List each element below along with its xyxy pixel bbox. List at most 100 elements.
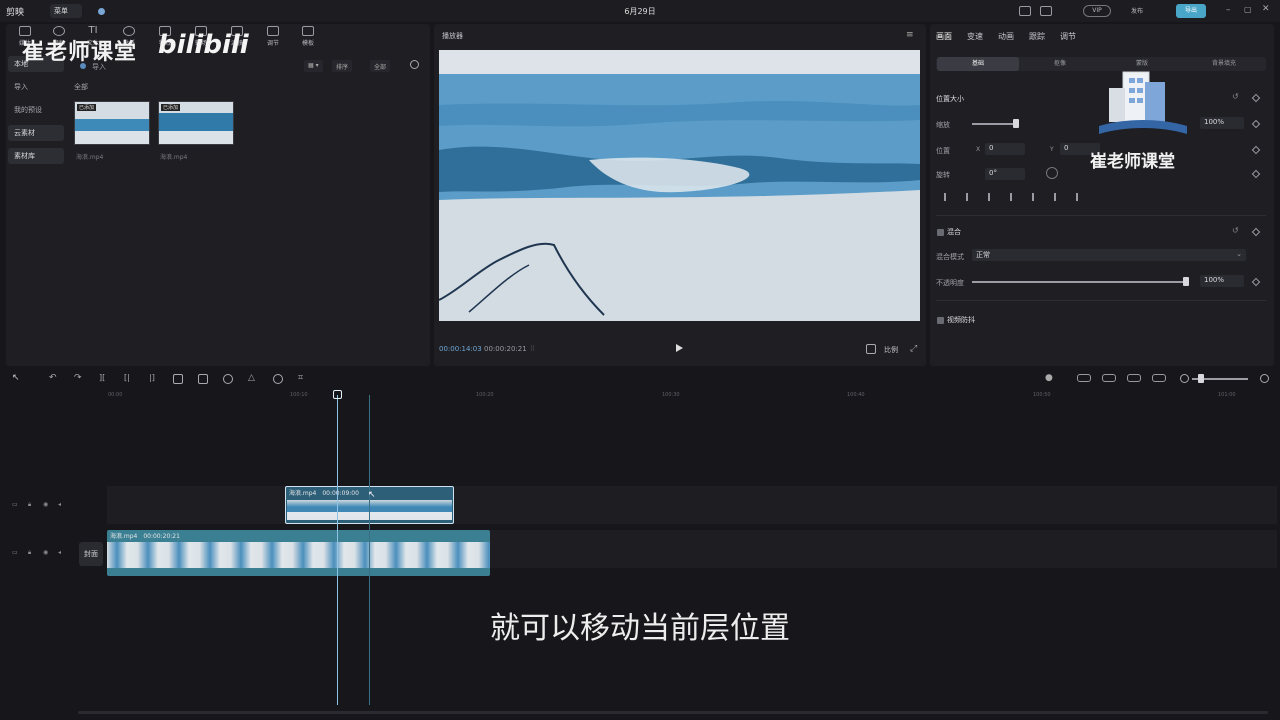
tab-adjust-props[interactable]: 调节 xyxy=(1060,31,1076,42)
media-filename: 海浪.mp4 xyxy=(160,154,188,161)
player-menu-icon[interactable]: ≡ xyxy=(906,30,914,40)
snap-icon[interactable] xyxy=(1102,374,1116,382)
nav-item-cloud[interactable]: 云素材 xyxy=(8,125,64,141)
subtab-basic[interactable]: 基础 xyxy=(937,57,1019,71)
align-left-icon[interactable] xyxy=(944,193,952,201)
align-center-v-icon[interactable] xyxy=(1032,193,1040,201)
opacity-slider-track[interactable] xyxy=(972,281,1188,283)
nav-item-import[interactable]: 导入 xyxy=(8,79,64,95)
timecode-grid-icon[interactable]: ⠿ xyxy=(530,345,535,353)
media-panel xyxy=(6,24,430,366)
rotate-dial-icon[interactable] xyxy=(1046,167,1058,179)
rotate-input[interactable]: 0° xyxy=(985,168,1025,180)
vip-badge[interactable]: VIP xyxy=(1083,5,1111,17)
trim-left-icon[interactable]: [| xyxy=(124,373,130,382)
minimize-icon[interactable]: – xyxy=(1226,5,1231,15)
microphone-icon[interactable]: ● xyxy=(1045,373,1053,383)
scale-slider-track[interactable] xyxy=(972,123,1018,125)
delete-icon[interactable] xyxy=(173,374,183,384)
crop-icon[interactable]: ⌗ xyxy=(298,373,303,383)
track-lock-icon[interactable]: 🔒︎ xyxy=(28,501,31,509)
media-filename: 海浪.mp4 xyxy=(76,154,104,161)
scale-input[interactable]: 100% xyxy=(1200,117,1244,129)
reverse-icon[interactable] xyxy=(223,374,233,384)
playhead[interactable] xyxy=(337,395,338,705)
blend-mode-label: 混合模式 xyxy=(936,253,964,261)
mouse-cursor-icon: ↖ xyxy=(368,490,376,500)
export-button[interactable]: 导出 xyxy=(1176,4,1206,18)
zoom-slider-knob[interactable] xyxy=(1198,374,1204,383)
layout-icon[interactable] xyxy=(1040,6,1052,16)
opacity-label: 不透明度 xyxy=(936,279,964,287)
media-thumbnail[interactable]: 已添加 xyxy=(74,101,150,145)
select-cursor-icon[interactable]: ↖ xyxy=(12,373,20,383)
trim-right-icon[interactable]: |] xyxy=(149,373,155,382)
playhead-handle[interactable] xyxy=(333,390,342,399)
align-center-h-icon[interactable] xyxy=(966,193,974,201)
align-right-icon[interactable] xyxy=(988,193,996,201)
template-icon xyxy=(302,26,314,36)
sort-button[interactable]: 排序 xyxy=(332,60,353,72)
nav-item-presets[interactable]: 我的预设 xyxy=(8,102,64,118)
opacity-slider-knob[interactable] xyxy=(1183,277,1189,286)
publish-button[interactable]: 发布 xyxy=(1131,6,1143,15)
position-x-input[interactable]: 0 xyxy=(985,143,1025,155)
link-main-track-icon[interactable] xyxy=(1077,374,1091,382)
media-thumbnail[interactable]: 已添加 xyxy=(158,101,234,145)
track-lock-icon[interactable]: 🔒︎ xyxy=(28,549,31,557)
nav-item-library[interactable]: 素材库 xyxy=(8,148,64,164)
tab-speed[interactable]: 变速 xyxy=(967,31,983,42)
main-clip[interactable]: 海浪.mp4 00:00:20:21 xyxy=(107,530,490,576)
subtab-cutout[interactable]: 抠像 xyxy=(1019,57,1101,71)
track-audio-icon[interactable]: ◂ xyxy=(58,549,61,556)
subtab-background[interactable]: 背景填充 xyxy=(1183,57,1265,71)
blend-title: 混合 xyxy=(947,228,961,236)
mirror-icon[interactable]: △ xyxy=(248,373,255,383)
split-icon[interactable]: ][ xyxy=(99,373,105,382)
linkage-icon[interactable] xyxy=(1127,374,1141,382)
tab-template[interactable]: 模板 xyxy=(291,26,325,48)
play-icon[interactable] xyxy=(676,344,683,352)
reset-icon[interactable]: ↺ xyxy=(1232,226,1239,235)
shortcut-icon[interactable] xyxy=(1019,6,1031,16)
total-time: 00:00:20:21 xyxy=(484,345,527,353)
tab-adjust[interactable]: 调节 xyxy=(256,26,290,48)
tab-animation[interactable]: 动画 xyxy=(998,31,1014,42)
flip-icon[interactable] xyxy=(1076,193,1084,201)
close-icon[interactable]: ✕ xyxy=(1262,4,1270,14)
align-bottom-icon[interactable] xyxy=(1054,193,1062,201)
undo-icon[interactable]: ↶ xyxy=(49,373,57,383)
snapshot-icon[interactable] xyxy=(866,344,876,354)
ratio-button[interactable]: 比例 xyxy=(884,345,898,355)
stabilize-checkbox[interactable] xyxy=(937,317,944,324)
track-visible-icon[interactable]: ◉ xyxy=(43,549,48,556)
blend-mode-select[interactable]: 正常 ⌄ xyxy=(972,249,1246,261)
rotate-icon[interactable] xyxy=(273,374,283,384)
scale-slider-knob[interactable] xyxy=(1013,119,1019,128)
track-visible-icon[interactable]: ◉ xyxy=(43,501,48,508)
filter-button[interactable]: 全部 xyxy=(370,60,391,72)
video-preview[interactable] xyxy=(439,50,920,321)
maximize-icon[interactable]: ▢ xyxy=(1244,5,1252,14)
opacity-input[interactable]: 100% xyxy=(1200,275,1244,287)
blend-checkbox[interactable] xyxy=(937,229,944,236)
align-top-icon[interactable] xyxy=(1010,193,1018,201)
track-audio-icon[interactable]: ◂ xyxy=(58,501,61,508)
reset-icon[interactable]: ↺ xyxy=(1232,92,1239,101)
search-icon[interactable] xyxy=(410,60,419,69)
zoom-in-icon[interactable] xyxy=(1260,374,1269,383)
fullscreen-icon[interactable]: ⤢ xyxy=(910,344,917,354)
cover-button[interactable]: 封面 xyxy=(79,542,103,566)
tab-tracking[interactable]: 跟踪 xyxy=(1029,31,1045,42)
tab-picture[interactable]: 画面 xyxy=(936,31,952,42)
overlay-track[interactable] xyxy=(107,486,1277,524)
timeline-scrollbar[interactable] xyxy=(78,711,1268,714)
zoom-out-icon[interactable] xyxy=(1180,374,1189,383)
timeline-ruler[interactable] xyxy=(0,388,1280,402)
ruler-tick: 100:50 xyxy=(1033,392,1051,398)
preview-axis-icon[interactable] xyxy=(1152,374,1166,382)
current-time: 00:00:14:03 xyxy=(439,345,482,353)
freeze-icon[interactable] xyxy=(198,374,208,384)
view-toggle-icon[interactable]: ▦ ▾ xyxy=(304,60,323,72)
redo-icon[interactable]: ↷ xyxy=(74,373,82,383)
